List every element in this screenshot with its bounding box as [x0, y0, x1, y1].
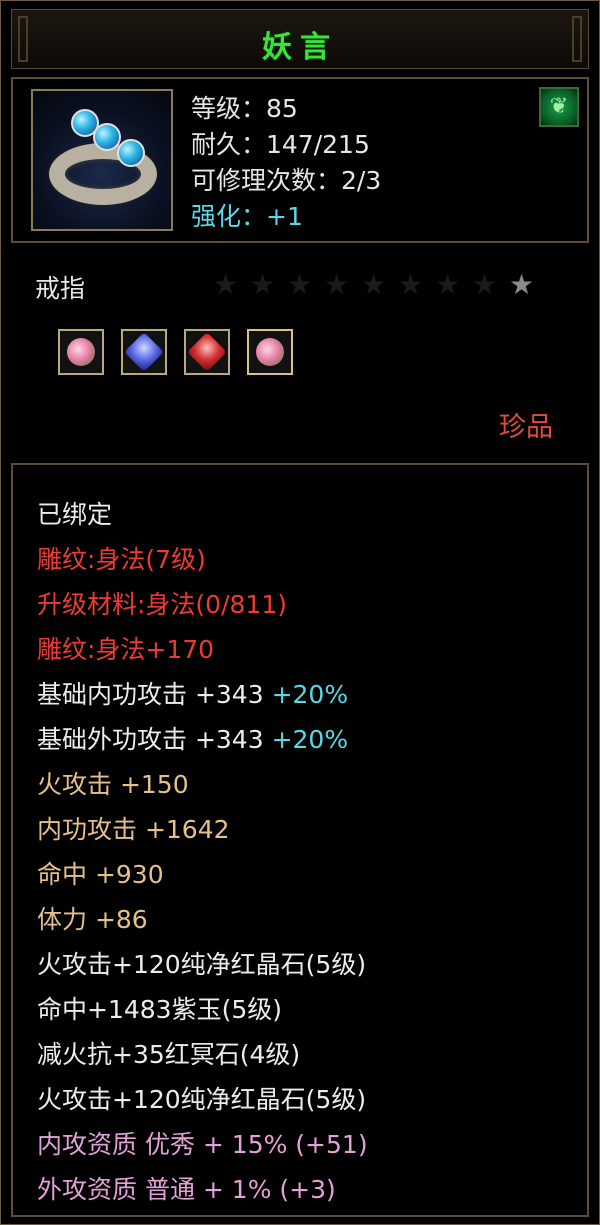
stat-bonus: +20%: [271, 725, 349, 754]
leaf-icon: ❦: [539, 87, 579, 127]
star-icon: ★: [324, 268, 350, 301]
title-bar: 妖言: [11, 9, 589, 69]
stats-panel: 已绑定 雕纹:身法(7级) 升级材料:身法(0/811) 雕纹:身法+170 基…: [11, 463, 589, 1217]
stat-line: 命中+1483紫玉(5级): [37, 995, 282, 1024]
stat-base: 基础外功攻击 +343: [37, 725, 264, 754]
item-header: 等级：85 耐久：147/215 可修理次数：2/3 强化：+1 ❦: [11, 77, 589, 243]
pink-gem-icon: [247, 329, 293, 375]
item-type: 戒指: [35, 274, 86, 303]
star-icon: ★: [509, 268, 535, 301]
red-gem-icon: [184, 329, 230, 375]
star-icon: ★: [398, 268, 424, 301]
stat-line: 基础内功攻击 +343 +20%: [37, 675, 348, 711]
blue-gem: [117, 139, 145, 167]
stat-line: 火攻击+120纯净红晶石(5级): [37, 950, 367, 979]
item-rarity: 珍品: [499, 412, 553, 443]
star-icon: ★: [472, 268, 498, 301]
stat-line: 基础外功攻击 +343 +20%: [37, 720, 348, 756]
stat-line: 命中 +930: [37, 860, 164, 889]
stat-line: 已绑定: [37, 500, 113, 529]
stat-bonus: +20%: [271, 680, 349, 709]
stat-line: 内攻资质 优秀 + 15% (+51): [37, 1130, 368, 1159]
star-icon: ★: [287, 268, 313, 301]
blue-gem: [93, 123, 121, 151]
stat-line: 火攻击 +150: [37, 770, 189, 799]
stat-line: 火攻击+120纯净红晶石(5级): [37, 1085, 367, 1114]
item-level: 等级：85: [191, 94, 298, 123]
ring-icon: [31, 89, 173, 231]
item-repair-count: 可修理次数：2/3: [191, 166, 382, 195]
star-icon: ★: [250, 268, 276, 301]
pink-gem-icon: [58, 329, 104, 375]
star-icon: ★: [213, 268, 239, 301]
star-icon: ★: [435, 268, 461, 301]
item-enhance: 强化：+1: [191, 202, 303, 231]
stat-line: 雕纹:身法+170: [37, 635, 215, 664]
stat-line: 内功攻击 +1642: [37, 815, 230, 844]
stat-line: 升级材料:身法(0/811): [37, 590, 287, 619]
item-tooltip: 妖言 等级：85 耐久：147/215 可修理次数：2/3 强化：+1 ❦ 戒指…: [0, 0, 600, 1225]
stat-base: 基础内功攻击 +343: [37, 680, 264, 709]
stat-line: 雕纹:身法(7级): [37, 545, 206, 574]
stat-line: 外攻资质 普通 + 1% (+3): [37, 1175, 336, 1204]
star-icon: ★: [361, 268, 387, 301]
stat-line: 体力 +86: [37, 905, 148, 934]
stat-line: 减火抗+35红冥石(4级): [37, 1040, 301, 1069]
item-name: 妖言: [262, 30, 338, 65]
item-durability: 耐久：147/215: [191, 130, 370, 159]
blue-gem-icon: [121, 329, 167, 375]
